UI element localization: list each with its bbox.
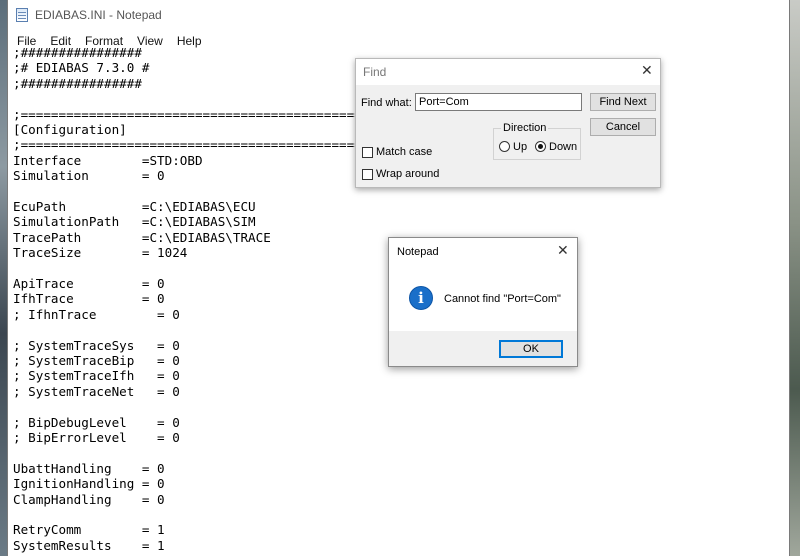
message-text: Cannot find "Port=Com"	[444, 293, 561, 305]
editor-line: ; IfhnTrace = 0	[13, 306, 180, 322]
find-next-button[interactable]: Find Next	[590, 93, 656, 111]
editor-line: ;# EDIABAS 7.3.0 #	[13, 60, 150, 76]
editor-line: ;################	[13, 45, 142, 60]
title-bar[interactable]: EDIABAS.INI - Notepad	[8, 0, 789, 31]
editor-line: EcuPath =C:\EDIABAS\ECU	[13, 199, 256, 214]
message-body: i Cannot find "Port=Com"	[389, 264, 577, 331]
editor-line: ;################	[13, 75, 142, 91]
direction-label: Direction	[501, 122, 549, 134]
window-title: EDIABAS.INI - Notepad	[35, 8, 162, 22]
editor-line: ApiTrace = 0	[13, 276, 165, 291]
match-case-checkbox[interactable]	[362, 147, 373, 158]
editor-line: ClampHandling = 0	[13, 491, 165, 507]
ok-button[interactable]: OK	[499, 340, 563, 358]
editor-line: ; SystemTraceBip = 0	[13, 353, 180, 368]
direction-up-radio[interactable]	[499, 141, 510, 152]
direction-down-label[interactable]: Down	[549, 141, 577, 153]
direction-down-radio[interactable]	[535, 141, 546, 152]
desktop-background-left	[0, 0, 7, 556]
find-dialog-title-bar[interactable]: Find ✕	[356, 59, 660, 85]
desktop-background-right	[790, 0, 800, 556]
notepad-app-icon	[16, 8, 28, 22]
editor-line: TracePath =C:\EDIABAS\TRACE	[13, 229, 271, 245]
find-what-label: Find what:	[361, 97, 412, 109]
wrap-around-label[interactable]: Wrap around	[376, 168, 439, 180]
editor-line: ; SystemTraceNet = 0	[13, 383, 180, 399]
find-close-icon[interactable]: ✕	[641, 63, 653, 79]
editor-line: [Configuration]	[13, 122, 127, 137]
info-icon: i	[409, 286, 433, 310]
find-dialog-title: Find	[363, 65, 387, 79]
editor-line: IgnitionHandling = 0	[13, 476, 165, 492]
editor-line: ; SystemTraceIfh = 0	[13, 368, 180, 384]
editor-line: ; BipErrorLevel = 0	[13, 430, 180, 445]
editor-line: SimulationPath =C:\EDIABAS\SIM	[13, 214, 256, 230]
message-box: Notepad ✕ i Cannot find "Port=Com" OK	[388, 237, 578, 367]
find-dialog: Find ✕ Find what: Find Next Cancel Direc…	[355, 58, 661, 188]
message-close-icon[interactable]: ✕	[557, 243, 569, 259]
wrap-around-checkbox[interactable]	[362, 169, 373, 180]
direction-up-label[interactable]: Up	[513, 141, 527, 153]
editor-line: TraceSize = 1024	[13, 245, 188, 261]
editor-line: ; BipDebugLevel = 0	[13, 414, 180, 430]
message-box-title-bar[interactable]: Notepad ✕	[389, 238, 577, 264]
message-footer: OK	[389, 331, 577, 366]
find-what-input[interactable]	[415, 93, 582, 111]
editor-line: UbattHandling = 0	[13, 460, 165, 476]
editor-line: SystemResults = 1	[13, 537, 165, 553]
editor-line: Simulation = 0	[13, 168, 165, 184]
editor-line: RetryComm = 1	[13, 522, 165, 538]
editor-line: ; SystemTraceSys = 0	[13, 337, 180, 353]
cancel-button[interactable]: Cancel	[590, 118, 656, 136]
editor-line: IfhTrace = 0	[13, 291, 165, 307]
message-box-title: Notepad	[397, 246, 439, 258]
match-case-label[interactable]: Match case	[376, 146, 432, 158]
editor-line: Interface =STD:OBD	[13, 152, 203, 168]
